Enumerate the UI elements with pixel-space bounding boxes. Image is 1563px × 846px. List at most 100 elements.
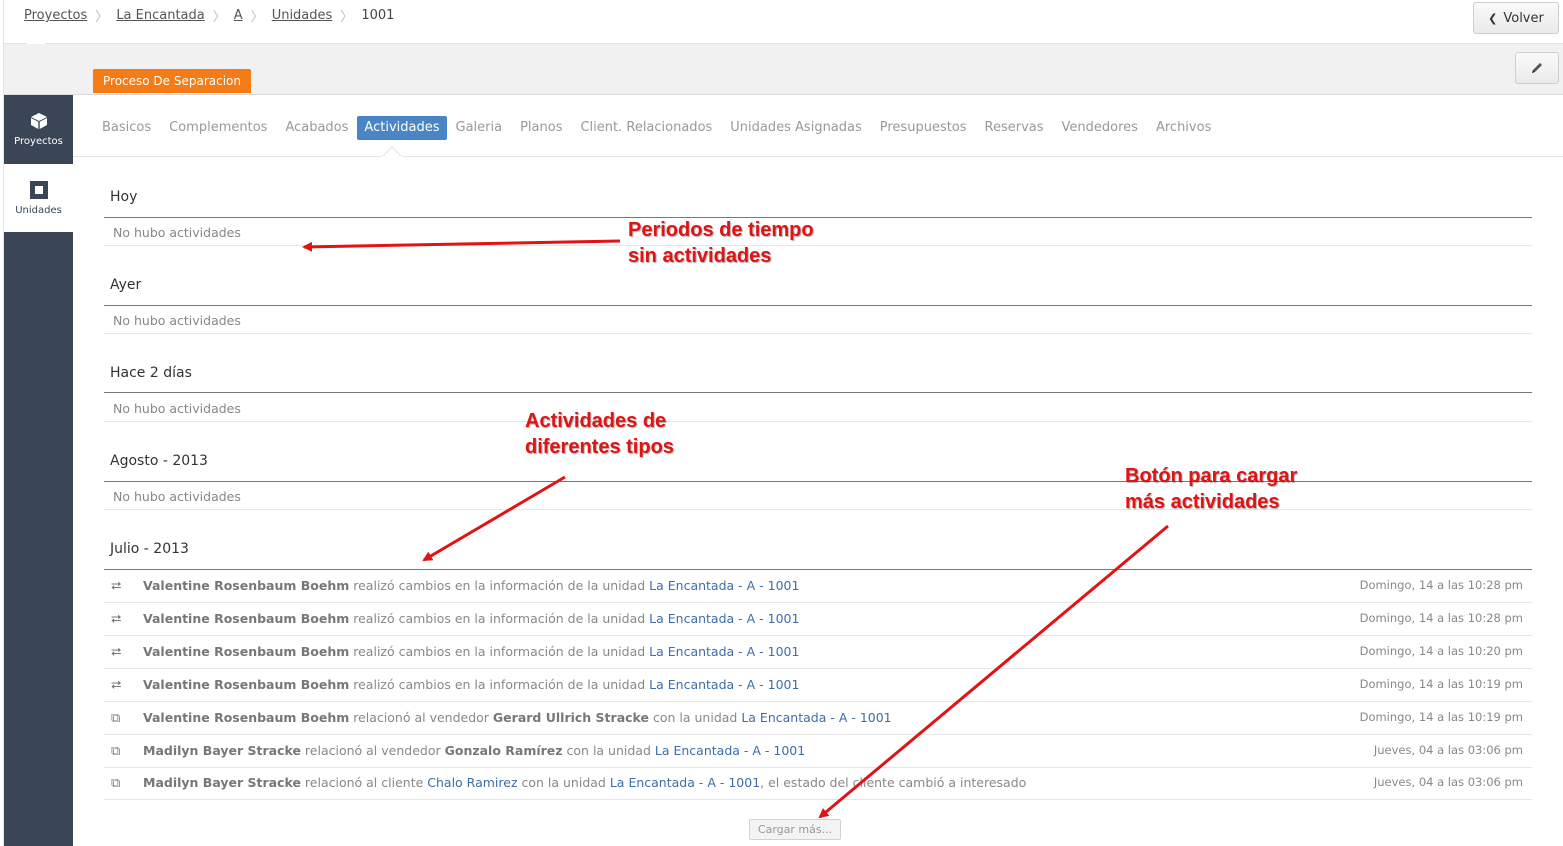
chevron-right-icon: 〉 [95, 10, 109, 25]
activity-verb: con la unidad [649, 710, 742, 725]
retweet-icon: ⮂ [111, 645, 122, 660]
annotation-label: Actividades de diferentes tipos [525, 410, 674, 458]
tab-client-relacionados[interactable]: Client. Relacionados [571, 116, 721, 140]
tab-presupuestos[interactable]: Presupuestos [871, 116, 976, 140]
activity-row: ⧉ Madilyn Bayer Stracke relacionó al cli… [104, 767, 1532, 800]
activity-actor[interactable]: Madilyn Bayer Stracke [143, 775, 301, 790]
sidebar-item-label: Proyectos [14, 136, 63, 147]
activity-row: ⧉ Valentine Rosenbaum Boehm relacionó al… [104, 702, 1532, 735]
chevron-right-icon: 〉 [340, 10, 354, 25]
tab-vendedores[interactable]: Vendedores [1053, 116, 1147, 140]
activity-verb: realizó cambios en la información de la … [349, 644, 650, 659]
section-title-ayer: Ayer [110, 277, 142, 293]
square-icon [29, 180, 48, 199]
activity-unit-link[interactable]: La Encantada - A - 1001 [649, 578, 799, 593]
activity-row: ⮂ Valentine Rosenbaum Boehm realizó camb… [104, 636, 1532, 669]
activity-verb: relacionó al vendedor [300, 743, 445, 758]
divider [104, 245, 1532, 246]
activity-verb: relacionó al vendedor [349, 710, 493, 725]
sidebar-item-label: Unidades [15, 204, 62, 216]
section-title-hace-2-dias: Hace 2 días [110, 365, 192, 381]
retweet-icon: ⮂ [111, 579, 122, 594]
status-badge: Proceso De Separacion [93, 69, 251, 93]
breadcrumb-current: 1001 [361, 8, 395, 23]
divider [104, 421, 1532, 422]
annotation-label: Periodos de tiempo sin actividades [628, 219, 814, 267]
chevron-right-icon: 〉 [250, 10, 264, 25]
divider [104, 392, 1532, 393]
activity-date: Domingo, 14 a las 10:28 pm [1359, 578, 1523, 592]
activity-unit-link[interactable]: La Encantada - A - 1001 [655, 743, 805, 758]
pencil-icon [1532, 63, 1542, 73]
activity-verb: realizó cambios en la información de la … [349, 677, 650, 692]
tab-pointer [382, 146, 402, 157]
activity-verb: con la unidad [517, 775, 610, 790]
back-button-label: Volver [1503, 10, 1544, 26]
section-title-julio-2013: Julio - 2013 [110, 541, 189, 557]
edit-button[interactable] [1515, 52, 1559, 84]
tab-acabados[interactable]: Acabados [276, 116, 357, 140]
activity-actor[interactable]: Valentine Rosenbaum Boehm [143, 710, 349, 725]
activity-tail: , el estado del cliente cambió a interes… [760, 775, 1027, 790]
activity-unit-link[interactable]: La Encantada - A - 1001 [741, 710, 891, 725]
breadcrumb: Proyectos 〉 La Encantada 〉 A 〉 Unidades … [24, 6, 394, 25]
annotation-label: Botón para cargar más actividades [1125, 465, 1298, 513]
activity-verb: realizó cambios en la información de la … [349, 611, 650, 626]
relation-icon: ⧉ [111, 711, 121, 726]
tab-planos[interactable]: Planos [511, 116, 571, 140]
tab-unidades-asignadas[interactable]: Unidades Asignadas [721, 116, 870, 140]
chevron-right-icon: 〉 [212, 10, 226, 25]
activity-seller[interactable]: Gerard Ullrich Stracke [493, 710, 649, 725]
retweet-icon: ⮂ [111, 612, 122, 627]
divider [104, 217, 1532, 218]
divider [104, 481, 1532, 482]
activity-client-link[interactable]: Chalo Ramirez [427, 775, 517, 790]
activity-unit-link[interactable]: La Encantada - A - 1001 [649, 644, 799, 659]
activity-verb: relacionó al cliente [300, 775, 428, 790]
load-more-button[interactable]: Cargar más... [749, 819, 841, 840]
activity-row: ⧉ Madilyn Bayer Stracke relacionó al ven… [104, 735, 1532, 768]
activity-date: Domingo, 14 a las 10:28 pm [1359, 611, 1523, 625]
activity-seller[interactable]: Gonzalo Ramírez [445, 743, 563, 758]
top-bar: Proyectos 〉 La Encantada 〉 A 〉 Unidades … [0, 0, 1563, 44]
empty-message: No hubo actividades [113, 313, 241, 328]
activity-verb: con la unidad [562, 743, 655, 758]
activity-actor[interactable]: Valentine Rosenbaum Boehm [143, 677, 349, 692]
tab-actividades[interactable]: Actividades [357, 116, 447, 140]
activity-date: Domingo, 14 a las 10:20 pm [1359, 644, 1523, 658]
unit-header: Proceso De Separacion [0, 44, 1563, 95]
sidebar-item-unidades[interactable]: Unidades [4, 164, 73, 232]
empty-message: No hubo actividades [113, 225, 241, 240]
back-button[interactable]: ❮ Volver [1473, 2, 1559, 34]
breadcrumb-link-proyectos[interactable]: Proyectos [24, 8, 87, 23]
retweet-icon: ⮂ [111, 678, 122, 693]
annotation-arrow [422, 475, 566, 562]
tab-archivos[interactable]: Archivos [1147, 116, 1220, 140]
activity-unit-link[interactable]: La Encantada - A - 1001 [649, 677, 799, 692]
breadcrumb-link-la-encantada[interactable]: La Encantada [116, 8, 204, 23]
chevron-left-icon: ❮ [1488, 11, 1498, 25]
activity-actor[interactable]: Valentine Rosenbaum Boehm [143, 611, 349, 626]
tab-bar: Basicos Complementos Acabados Actividade… [93, 116, 1220, 140]
sidebar-item-proyectos[interactable]: Proyectos [4, 95, 73, 164]
breadcrumb-link-unidades[interactable]: Unidades [272, 8, 333, 23]
tab-reservas[interactable]: Reservas [976, 116, 1053, 140]
tab-basicos[interactable]: Basicos [93, 116, 160, 140]
activity-actor[interactable]: Madilyn Bayer Stracke [143, 743, 301, 758]
empty-message: No hubo actividades [113, 401, 241, 416]
cube-icon [30, 113, 47, 129]
divider [73, 156, 1563, 157]
activity-actor[interactable]: Valentine Rosenbaum Boehm [143, 578, 349, 593]
activity-actor[interactable]: Valentine Rosenbaum Boehm [143, 644, 349, 659]
sidebar: Proyectos Unidades [4, 95, 73, 846]
tab-galeria[interactable]: Galeria [447, 116, 512, 140]
activity-date: Domingo, 14 a las 10:19 pm [1359, 710, 1523, 724]
divider [104, 333, 1532, 334]
activity-row: ⮂ Valentine Rosenbaum Boehm realizó camb… [104, 603, 1532, 636]
activity-unit-link[interactable]: La Encantada - A - 1001 [610, 775, 760, 790]
section-title-agosto-2013: Agosto - 2013 [110, 453, 208, 469]
activity-date: Domingo, 14 a las 10:19 pm [1359, 677, 1523, 691]
breadcrumb-link-a[interactable]: A [234, 8, 243, 23]
activity-unit-link[interactable]: La Encantada - A - 1001 [649, 611, 799, 626]
tab-complementos[interactable]: Complementos [160, 116, 276, 140]
